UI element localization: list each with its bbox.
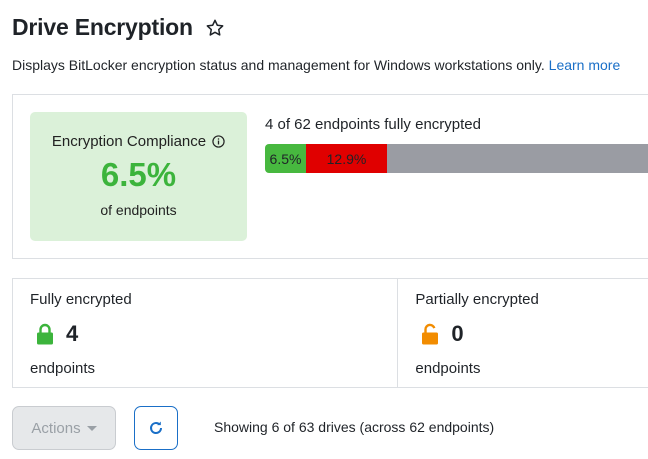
actions-button[interactable]: Actions bbox=[12, 406, 116, 450]
compliance-label-text: Encryption Compliance bbox=[51, 133, 207, 150]
bar-segment-unencrypted bbox=[387, 144, 648, 173]
bar-segment-fully: 6.5% bbox=[265, 144, 306, 173]
encryption-progress-bar: 6.5% 12.9% bbox=[265, 144, 648, 173]
info-icon[interactable] bbox=[212, 135, 225, 148]
lock-open-icon bbox=[421, 323, 439, 345]
refresh-icon bbox=[150, 421, 163, 434]
stat-partially-encrypted: Partially encrypted 0 endpoints bbox=[397, 279, 648, 387]
stat-value-row: 0 bbox=[421, 321, 464, 347]
compliance-label: Encryption Compliance bbox=[30, 133, 247, 150]
chevron-down-icon bbox=[86, 425, 97, 431]
refresh-button[interactable] bbox=[134, 406, 178, 450]
compliance-percent: 6.5% bbox=[100, 156, 177, 193]
stat-value: 4 bbox=[66, 321, 79, 346]
encryption-caption: 4 of 62 endpoints fully encrypted bbox=[265, 116, 481, 133]
title-row: Drive Encryption bbox=[12, 14, 225, 41]
compliance-unit: of endpoints bbox=[100, 202, 177, 218]
page-subtitle: Displays BitLocker encryption status and… bbox=[12, 57, 620, 73]
star-icon[interactable] bbox=[205, 18, 225, 38]
stat-unit: endpoints bbox=[415, 360, 481, 377]
stat-value-row: 4 bbox=[36, 321, 78, 347]
subtitle-text: Displays BitLocker encryption status and… bbox=[12, 57, 545, 73]
stat-label: Fully encrypted bbox=[30, 291, 132, 308]
compliance-tile: Encryption Compliance 6.5% of endpoints bbox=[30, 112, 247, 241]
stat-unit: endpoints bbox=[30, 360, 96, 377]
learn-more-link[interactable]: Learn more bbox=[549, 57, 621, 73]
stat-value: 0 bbox=[451, 321, 464, 346]
lock-closed-icon bbox=[36, 323, 54, 345]
page-title: Drive Encryption bbox=[12, 14, 193, 40]
stats-row: Fully encrypted 4 endpoints Partially en… bbox=[12, 278, 648, 388]
stat-fully-encrypted: Fully encrypted 4 endpoints bbox=[13, 279, 397, 387]
compliance-card: Encryption Compliance 6.5% of endpoints … bbox=[12, 94, 648, 259]
actions-label: Actions bbox=[31, 419, 81, 437]
bar-segment-partial: 12.9% bbox=[306, 144, 387, 173]
results-count: Showing 6 of 63 drives (across 62 endpoi… bbox=[214, 419, 495, 435]
stat-label: Partially encrypted bbox=[415, 291, 539, 308]
